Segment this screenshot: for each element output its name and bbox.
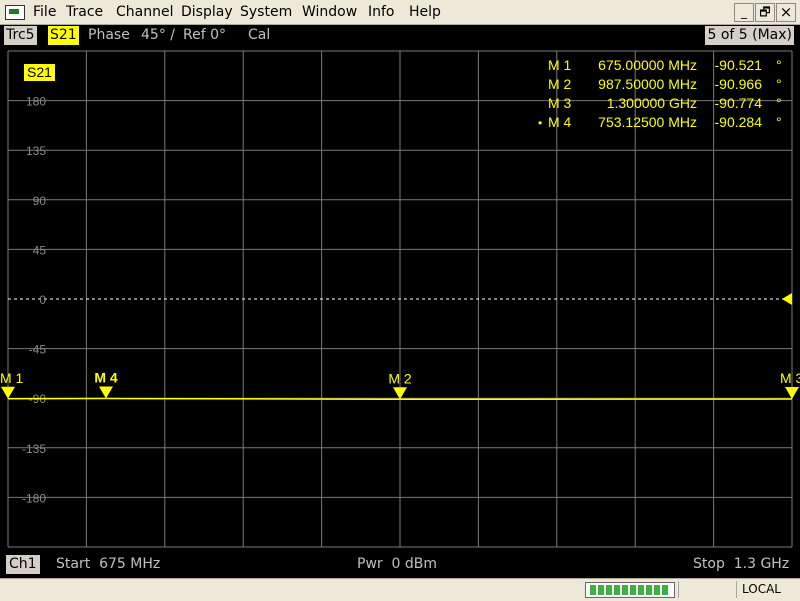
progress-segment <box>646 585 652 595</box>
y-axis-ticks: 18013590450-45-90-135-180 <box>22 95 46 506</box>
status-separator <box>736 581 737 598</box>
close-button[interactable]: × <box>776 3 796 22</box>
active-marker-bullet: • <box>538 116 542 130</box>
y-tick-label: 0 <box>39 293 46 307</box>
y-tick-label: 45 <box>33 243 47 257</box>
plot-area[interactable]: 180 135 90 45 0 -45 -90 -135 -180 M 1M 4M 2M 3 S… <box>0 46 800 552</box>
marker-label[interactable]: M 4 <box>94 370 118 386</box>
minimize-button[interactable]: _ <box>734 3 754 22</box>
stop-frequency[interactable]: Stop 1.3 GHz <box>693 556 789 572</box>
ref-level-label[interactable]: Ref 0° <box>183 27 226 43</box>
marker-label[interactable]: M 3 <box>780 370 800 386</box>
menu-trace[interactable]: Trace <box>66 4 103 20</box>
menu-info[interactable]: Info <box>368 4 395 20</box>
menu-bar: File Trace Channel Display System Window… <box>0 0 800 25</box>
start-frequency[interactable]: Start 675 MHz <box>56 556 160 572</box>
menu-display[interactable]: Display <box>181 4 233 20</box>
marker-layer[interactable]: M 1 M 4 M 2 M 3 <box>0 370 800 400</box>
remote-mode-indicator: LOCAL <box>742 582 781 596</box>
progress-segment <box>654 585 660 595</box>
marker-table-unit: ° <box>776 95 782 111</box>
progress-segment <box>614 585 620 595</box>
marker-table-frequency: 753.12500 MHz <box>598 114 697 130</box>
marker-table-unit: ° <box>776 76 782 92</box>
menu-system[interactable]: System <box>240 4 292 20</box>
marker-table-unit: ° <box>776 57 782 73</box>
marker-triangle[interactable] <box>785 387 799 400</box>
y-tick-label: 135 <box>26 144 46 158</box>
sweep-progress <box>585 582 675 598</box>
menu-window[interactable]: Window <box>302 4 357 20</box>
progress-segment <box>590 585 596 595</box>
status-bar: LOCAL <box>0 578 800 601</box>
phase-chart[interactable]: 18013590450-45-90-135-180 M 1M 4M 2M 3 S… <box>0 46 800 552</box>
menu-file[interactable]: File <box>33 4 56 20</box>
trace-info-bar: Trc5 S21 Phase 45° / Ref 0° Cal 5 of 5 (… <box>0 25 800 46</box>
progress-segment <box>630 585 636 595</box>
progress-segment <box>598 585 604 595</box>
marker-label[interactable]: M 1 <box>0 370 24 386</box>
status-separator <box>678 581 679 598</box>
progress-segment <box>662 585 668 595</box>
format-label[interactable]: Phase <box>88 27 130 43</box>
marker-table-frequency: 987.50000 MHz <box>598 76 697 92</box>
marker-table-name: M 3 <box>548 95 572 111</box>
cal-indicator[interactable]: Cal <box>245 26 274 45</box>
y-tick-label: -135 <box>22 442 46 456</box>
marker-triangle[interactable] <box>1 386 15 399</box>
trace-badge[interactable]: S21 <box>27 64 52 80</box>
marker-table-frequency: 1.300000 GHz <box>607 95 697 111</box>
measurement-parameter[interactable]: S21 <box>48 26 79 45</box>
restore-button[interactable]: 🗗 <box>755 3 775 22</box>
marker-table: M 1 675.00000 MHz -90.521 ° M 2 987.50000 MHz… <box>538 57 782 130</box>
marker-table-value: -90.284 <box>715 114 763 130</box>
marker-triangle[interactable] <box>393 387 407 400</box>
marker-table-value: -90.521 <box>715 57 763 73</box>
y-tick-label: 90 <box>33 194 47 208</box>
marker-table-value: -90.774 <box>715 95 763 111</box>
trace-count: 5 of 5 (Max) <box>705 26 794 45</box>
marker-table-name: M 1 <box>548 57 572 73</box>
progress-segment <box>622 585 628 595</box>
marker-triangle[interactable] <box>99 386 113 399</box>
channel-label[interactable]: Ch1 <box>6 555 40 574</box>
y-tick-label: -45 <box>29 343 47 357</box>
reference-arrow-icon[interactable] <box>782 293 792 305</box>
marker-table-unit: ° <box>776 114 782 130</box>
y-tick-label: -180 <box>22 491 46 505</box>
power-level[interactable]: Pwr 0 dBm <box>357 556 437 572</box>
marker-label[interactable]: M 2 <box>388 370 412 386</box>
marker-table-name: M 4 <box>548 114 572 130</box>
trace-label[interactable]: Trc5 <box>4 26 37 45</box>
menu-channel[interactable]: Channel <box>116 4 173 20</box>
progress-segment <box>606 585 612 595</box>
progress-segment <box>638 585 644 595</box>
marker-table-value: -90.966 <box>715 76 763 92</box>
menu-help[interactable]: Help <box>409 4 441 20</box>
channel-footer: Ch1 Start 675 MHz Pwr 0 dBm Stop 1.3 GHz <box>0 552 800 578</box>
scale-label[interactable]: 45° / <box>141 27 175 43</box>
marker-table-name: M 2 <box>548 76 572 92</box>
y-tick-label: 180 <box>26 95 46 109</box>
marker-table-frequency: 675.00000 MHz <box>598 57 697 73</box>
app-icon[interactable] <box>5 5 25 20</box>
